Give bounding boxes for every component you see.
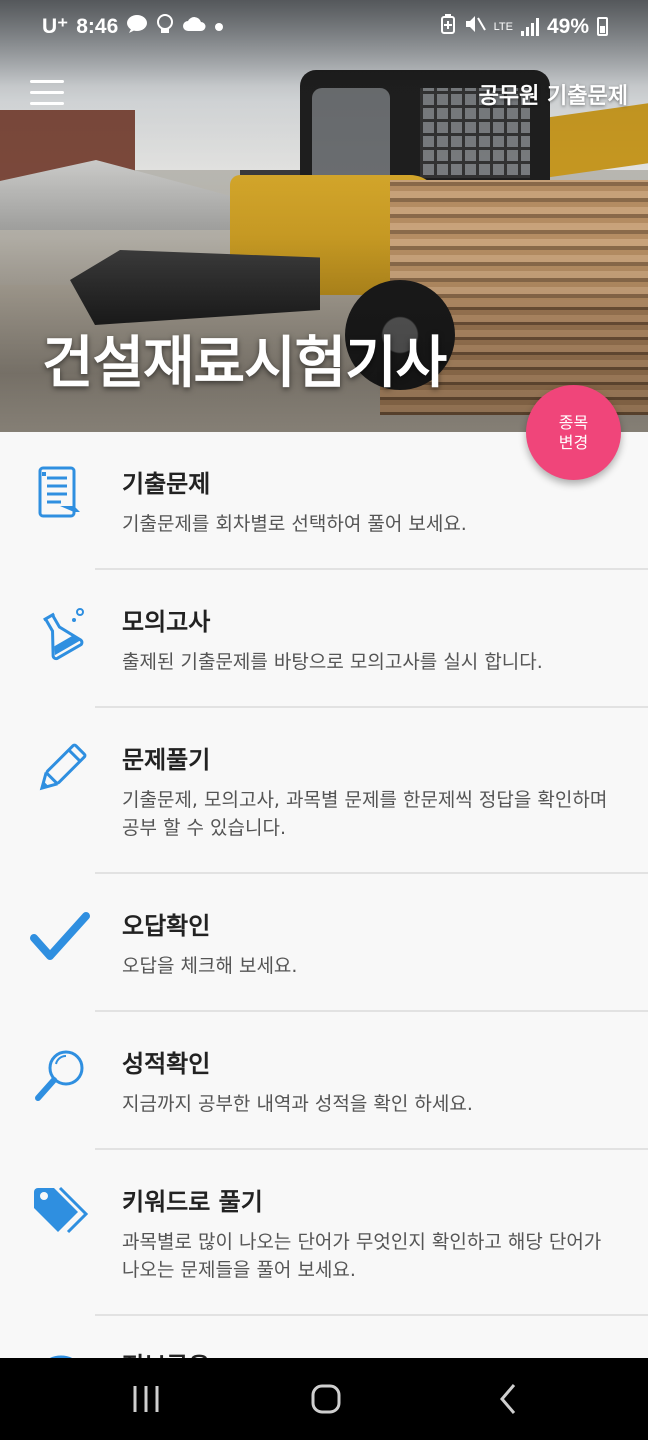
menu-item-description: 출제된 기출문제를 바탕으로 모의고사를 실시 합니다. [122,651,543,673]
checkmark-icon [30,906,92,968]
menu-item-info-sharing[interactable]: 정보공유 [0,1316,648,1358]
tag-icon [30,1180,92,1242]
back-button[interactable] [448,1358,568,1440]
menu-item-description: 오답을 체크해 보세요. [122,955,298,977]
page-title: 건설재료시험기사 [42,331,447,396]
menu-item-solve-by-keyword[interactable]: 키워드로 풀기 과목별로 많이 나오는 단어가 무엇인지 확인하고 해당 단어가… [0,1150,648,1316]
lte-icon: LTE [493,20,513,33]
menu-item-solve-problems[interactable]: 문제풀기 기출문제, 모의고사, 과목별 문제를 한문제씩 정답을 확인하며 공… [0,708,648,874]
fab-label-line1: 종목 [558,412,589,432]
cloud-icon [182,16,206,37]
menu-item-title: 정보공유 [122,1346,210,1358]
signal-icon [520,17,539,36]
menu-item-title: 성적확인 [122,1050,211,1078]
carrier-label: U⁺ [42,15,69,38]
recent-apps-button[interactable] [86,1358,206,1440]
dot-icon [214,17,224,37]
menu-item-title: 키워드로 풀기 [122,1188,263,1216]
battery-icon [597,17,608,36]
menu-item-description: 기출문제, 모의고사, 과목별 문제를 한문제씩 정답을 확인하며 공부 할 수… [122,789,608,839]
battery-saver-icon [440,14,456,39]
notebook-icon [30,462,92,524]
menu-item-description: 기출문제를 회차별로 선택하여 풀어 보세요. [122,513,467,535]
menu-item-mock-exam[interactable]: 모의고사 출제된 기출문제를 바탕으로 모의고사를 실시 합니다. [0,570,648,708]
menu-list: 기출문제 기출문제를 회차별로 선택하여 풀어 보세요. 모의고사 출제된 기출… [0,432,648,1358]
status-right: LTE 49% [440,14,608,39]
clock: 8:46 [76,14,119,38]
menu-item-description: 지금까지 공부한 내역과 성적을 확인 하세요. [122,1093,473,1115]
fab-label-line2: 변경 [558,432,589,452]
menu-item-review-wrong-answers[interactable]: 오답확인 오답을 체크해 보세요. [0,874,648,1012]
pencil-icon [30,738,92,800]
menu-item-title: 문제풀기 [122,746,211,774]
menu-item-check-scores[interactable]: 성적확인 지금까지 공부한 내역과 성적을 확인 하세요. [0,1012,648,1150]
mute-icon [464,14,486,39]
back-icon [500,1384,516,1414]
globe-icon [30,1350,92,1358]
status-bar: U⁺ 8:46 LTE 49% [0,0,648,56]
menu-item-title: 모의고사 [122,608,211,636]
menu-item-title: 기출문제 [122,470,211,498]
civil-service-exams-link[interactable]: 공무원 기출문제 [479,78,628,110]
magnifier-icon [30,1044,92,1106]
home-button[interactable] [266,1358,386,1440]
battery-percent: 49% [546,14,589,38]
flask-icon [30,602,92,664]
menu-item-title: 오답확인 [122,912,211,940]
menu-item-description: 과목별로 많이 나오는 단어가 무엇인지 확인하고 해당 단어가 나오는 문제들… [122,1231,602,1281]
change-subject-button[interactable]: 종목 변경 [526,385,621,480]
status-left: U⁺ 8:46 [42,14,224,39]
app-notification-icon [156,14,174,39]
recent-apps-icon [133,1386,159,1412]
hamburger-menu-icon[interactable] [30,80,64,106]
system-navigation-bar [0,1358,648,1440]
home-icon [311,1384,341,1414]
talk-notification-icon [126,14,148,39]
